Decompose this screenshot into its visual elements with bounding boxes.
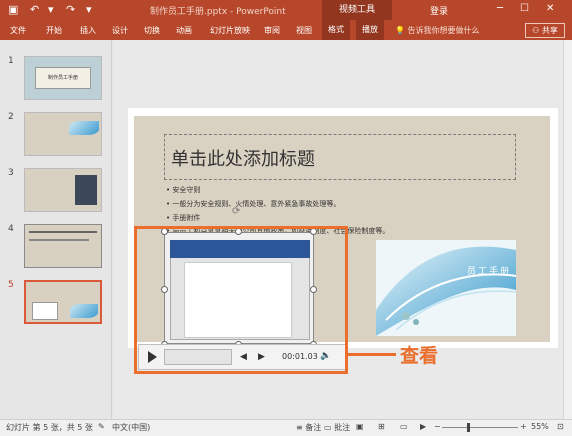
slide-thumbnail-5[interactable]	[24, 280, 102, 324]
minimize-icon[interactable]: ─	[497, 3, 503, 14]
decorative-title: 员工手册	[467, 267, 512, 277]
thumb-number-1: 1	[8, 56, 14, 66]
slide-count: 幻灯片 第 5 张，共 5 张	[6, 423, 93, 432]
share-label: 共享	[541, 26, 558, 35]
redo-icon[interactable]: ↷	[66, 3, 75, 16]
title-placeholder-text: 单击此处添加标题	[171, 149, 315, 170]
thumb-video	[32, 302, 58, 320]
tab-review[interactable]: 审阅	[264, 25, 280, 36]
slideshow-view-icon[interactable]: ▶	[420, 422, 426, 431]
login-link[interactable]: 登录	[430, 4, 448, 17]
callout-label: 查看	[400, 345, 439, 367]
thumb-number-5: 5	[8, 280, 14, 290]
maximize-icon[interactable]: ☐	[520, 3, 529, 14]
thumb-title: 制作员工手册	[35, 67, 91, 89]
vertical-scrollbar[interactable]	[563, 40, 572, 419]
slide-thumbnail-2[interactable]	[24, 112, 102, 156]
comments-icon: ▭	[324, 423, 332, 432]
notes-icon: ≡	[296, 423, 303, 432]
bullet-item: • 一般分为安全规则、火情处理、意外紧急事故处理等。	[166, 200, 341, 208]
bullet-text: 安全守则	[172, 186, 201, 194]
zoom-level[interactable]: 55%	[531, 422, 549, 431]
bullet-text: 一般分为安全规则、火情处理、意外紧急事故处理等。	[172, 200, 341, 208]
callout-highlight	[134, 226, 348, 374]
slide-thumbnail-4[interactable]	[24, 224, 102, 268]
thumb-deco	[70, 304, 98, 318]
thumb-number-2: 2	[8, 112, 14, 122]
tab-design[interactable]: 设计	[112, 25, 128, 36]
bullet-text: 手册附件	[172, 214, 201, 222]
thumb-deco	[69, 121, 99, 135]
comments-label: 批注	[334, 423, 351, 432]
thumb-number-3: 3	[8, 168, 14, 178]
tab-file[interactable]: 文件	[10, 25, 26, 36]
thumb-image	[75, 175, 97, 205]
slide-thumbnail-3[interactable]	[24, 168, 102, 212]
zoom-slider[interactable]	[442, 427, 518, 428]
zoom-slider-thumb[interactable]	[467, 423, 470, 432]
slide-thumbnail-1[interactable]: 制作员工手册	[24, 56, 102, 100]
zoom-out-icon[interactable]: −	[434, 422, 441, 431]
decorative-swirl	[376, 240, 516, 336]
bullet-item: • 手册附件	[166, 214, 201, 222]
tab-format[interactable]: 格式	[322, 20, 350, 40]
notes-button[interactable]: ≡ 备注	[296, 422, 321, 433]
tab-view[interactable]: 视图	[296, 25, 312, 36]
sorter-view-icon[interactable]: ⊞	[378, 422, 385, 431]
tell-me-search[interactable]: 💡 告诉我你想要做什么	[395, 25, 480, 36]
save-icon[interactable]: ▣	[8, 3, 18, 16]
comments-button[interactable]: ▭ 批注	[324, 422, 350, 433]
tab-animations[interactable]: 动画	[176, 25, 192, 36]
rotate-handle-icon[interactable]: ⟳	[232, 206, 240, 217]
tab-home[interactable]: 开始	[46, 25, 62, 36]
share-button[interactable]: ⚇ 共享	[525, 23, 565, 38]
lightbulb-icon: 💡	[395, 26, 405, 35]
window-title: 制作员工手册.pptx - PowerPoint	[150, 7, 286, 17]
customize-icon[interactable]: ▾	[86, 3, 92, 16]
zoom-in-icon[interactable]: +	[520, 422, 527, 431]
thumb-line	[29, 231, 97, 233]
language-status[interactable]: 中文(中国)	[112, 422, 150, 433]
tab-insert[interactable]: 插入	[80, 25, 96, 36]
title-placeholder[interactable]: 单击此处添加标题	[164, 134, 516, 180]
callout-line	[348, 353, 396, 356]
undo-icon[interactable]: ↶	[30, 3, 39, 16]
notes-label: 备注	[305, 423, 322, 432]
spellcheck-icon[interactable]: ✎	[98, 422, 105, 431]
reading-view-icon[interactable]: ▭	[400, 422, 408, 431]
bullet-item: • 安全守则	[166, 186, 201, 194]
tab-playback[interactable]: 播放	[356, 20, 384, 40]
ribbon-tabs: 文件 开始 插入 设计 切换 动画 幻灯片放映 审阅 视图 格式 播放 💡 告诉…	[0, 20, 572, 40]
tab-transitions[interactable]: 切换	[144, 25, 160, 36]
close-icon[interactable]: ✕	[546, 3, 554, 14]
normal-view-icon[interactable]: ▣	[356, 422, 364, 431]
fit-to-window-icon[interactable]: ⊡	[557, 422, 564, 431]
video-tools-header: 视频工具	[322, 0, 392, 20]
thumb-line	[29, 239, 89, 241]
person-icon: ⚇	[532, 26, 540, 35]
thumb-number-4: 4	[8, 224, 14, 234]
undo-dropdown-icon[interactable]: ▾	[48, 3, 54, 16]
title-bar: ▣ ↶ ▾ ↷ ▾ 制作员工手册.pptx - PowerPoint 视频工具 …	[0, 0, 572, 20]
tell-me-label: 告诉我你想要做什么	[407, 26, 480, 35]
tab-slideshow[interactable]: 幻灯片放映	[210, 25, 250, 36]
